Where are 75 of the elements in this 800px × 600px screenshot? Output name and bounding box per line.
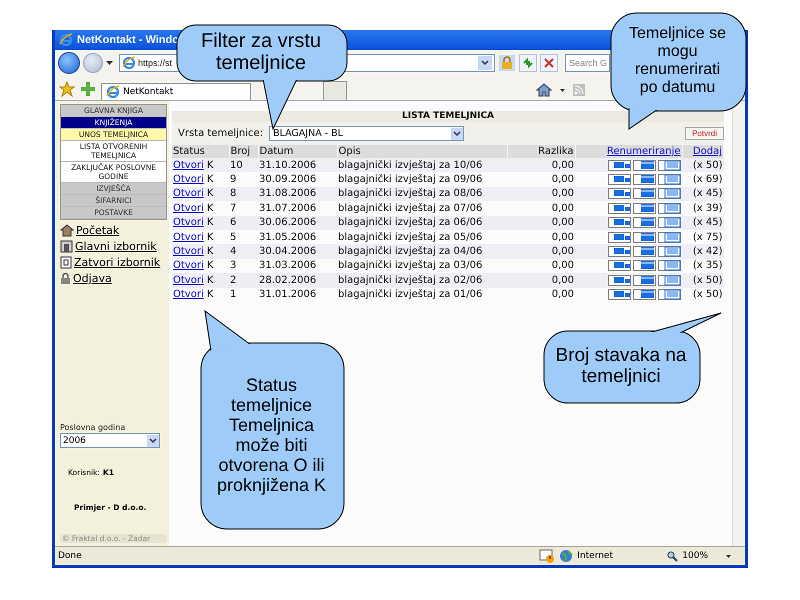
item-count: (x 50): [692, 289, 722, 300]
table-cell: 30.04.2006: [259, 246, 316, 258]
table-cell: 0,00: [552, 160, 574, 171]
year-label: Poslovna godina: [60, 423, 126, 432]
table-cell: 0,00: [552, 232, 574, 243]
callout-text: Filter za vrstu temeljnice: [200, 30, 322, 74]
column-header: Broj: [230, 146, 250, 157]
table-cell: 0,00: [552, 246, 574, 258]
table-cell: 31.01.2006: [259, 289, 316, 300]
table-cell: 8: [230, 188, 236, 200]
window-title: NetKontakt - Windo: [77, 34, 179, 46]
table-cell: 0,00: [552, 174, 574, 186]
callout-text: Status temeljnice Temeljnica može biti otvorena O ili proknjižena K: [216, 374, 328, 496]
table-cell: 31.03.2006: [259, 260, 316, 272]
table-cell: blagajnički izvještaj za 04/06: [338, 246, 482, 258]
table-cell: blagajnički izvještaj za 07/06: [338, 202, 482, 214]
item-count: (x 50): [692, 160, 722, 171]
table-cell: 31.08.2006: [259, 188, 316, 200]
table-cell: blagajnički izvještaj za 03/06: [338, 260, 482, 272]
list-title: LISTA TEMELJNICA: [172, 111, 724, 122]
item-count: (x 75): [692, 232, 722, 243]
table-cell: 31.10.2006: [259, 160, 316, 171]
table-cell: 0,00: [552, 260, 574, 272]
column-header: Datum: [260, 146, 294, 157]
callout-text: Temeljnice se mogu renumerirati po datumu: [628, 25, 727, 97]
table-cell: 4: [230, 246, 236, 258]
table-cell: 30.06.2006: [259, 217, 316, 228]
item-count: (x 45): [692, 217, 722, 228]
status-text: K: [206, 217, 214, 228]
zone-text: Internet: [577, 551, 614, 561]
status-text: K: [206, 246, 214, 258]
table-cell: 0,00: [552, 274, 574, 286]
table-cell: 31.07.2006: [259, 202, 316, 214]
callout-text: Broj stavaka na temeljnici: [554, 344, 688, 388]
item-count: (x 45): [692, 188, 722, 200]
status-text: K: [206, 274, 214, 286]
table-cell: 5: [230, 232, 236, 243]
status-text: K: [206, 174, 214, 186]
table-cell: 30.09.2006: [259, 174, 316, 186]
item-count: (x 35): [692, 260, 722, 272]
status-text: K: [206, 260, 214, 272]
table-cell: 1: [230, 289, 236, 300]
table-cell: 3: [230, 260, 236, 272]
table-cell: 0,00: [552, 289, 574, 300]
column-header: Razlika: [538, 146, 574, 157]
table-cell: blagajnički izvještaj za 01/06: [338, 289, 482, 300]
item-count: (x 39): [692, 202, 722, 214]
column-header: Opis: [338, 146, 361, 157]
table-cell: 31.05.2006: [259, 232, 316, 243]
column-header: Status: [173, 146, 205, 157]
table-cell: blagajnički izvještaj za 10/06: [338, 160, 482, 171]
table-cell: 2: [230, 274, 236, 286]
table-cell: 6: [230, 217, 236, 228]
status-text: K: [206, 160, 214, 171]
status-text: Done: [58, 551, 82, 561]
table-cell: 0,00: [552, 202, 574, 214]
status-text: K: [206, 232, 214, 243]
item-count: (x 42): [692, 246, 722, 258]
status-text: K: [206, 188, 214, 200]
item-count: (x 69): [692, 174, 722, 186]
status-text: K: [206, 202, 214, 214]
table-cell: 28.02.2006: [259, 274, 316, 286]
table-cell: blagajnički izvještaj za 02/06: [338, 274, 482, 286]
table-cell: 9: [230, 174, 236, 186]
status-text: K: [206, 289, 214, 300]
table-cell: 0,00: [552, 217, 574, 228]
table-cell: 0,00: [552, 188, 574, 200]
table-cell: blagajnički izvještaj za 09/06: [338, 174, 482, 186]
table-cell: 7: [230, 202, 236, 214]
item-count: (x 50): [692, 274, 722, 286]
table-cell: 10: [230, 160, 243, 171]
table-cell: blagajnički izvještaj za 08/06: [338, 188, 482, 200]
filter-label: Vrsta temeljnice:: [178, 128, 264, 139]
table-cell: blagajnički izvještaj za 06/06: [338, 217, 482, 228]
table-cell: blagajnički izvještaj za 05/06: [338, 232, 482, 243]
